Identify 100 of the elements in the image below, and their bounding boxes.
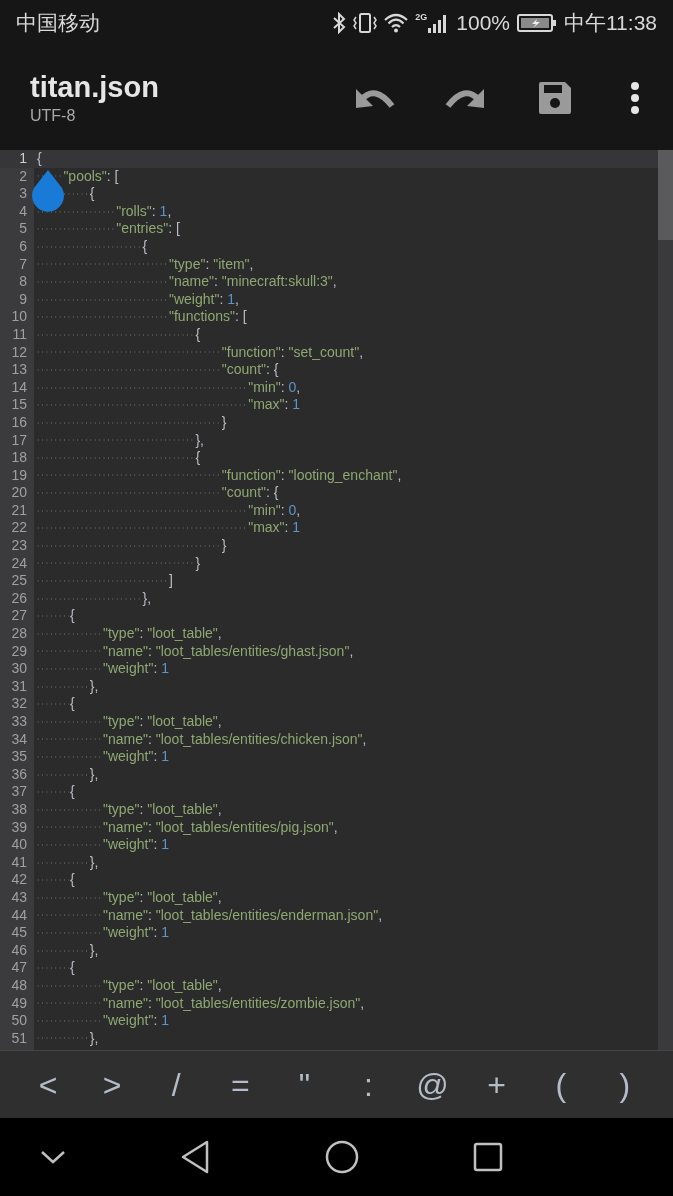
code-text: "rolls": 1, <box>115 202 172 221</box>
code-text: }, <box>88 941 99 960</box>
line-number: 44 <box>11 906 27 925</box>
code-text: { <box>88 185 95 203</box>
line-number: 39 <box>11 818 27 837</box>
line-number: 22 <box>11 519 27 538</box>
symbol-key[interactable]: + <box>472 1060 521 1109</box>
code-text: }, <box>88 853 99 872</box>
line-number: 48 <box>11 976 27 995</box>
line-number: 2 <box>19 167 27 186</box>
line-number: 11 <box>12 325 27 344</box>
symbol-key[interactable]: / <box>152 1060 201 1109</box>
line-number: 47 <box>11 959 27 977</box>
battery-icon <box>517 13 557 33</box>
code-text: "weight": 1, <box>168 290 239 309</box>
line-number: 7 <box>19 255 27 274</box>
line-number: 30 <box>11 660 27 678</box>
line-number: 8 <box>19 273 27 291</box>
network-label: 2G <box>415 13 428 22</box>
code-text: "type": "loot_table", <box>102 713 222 731</box>
code-text: { <box>69 695 75 713</box>
code-text: }, <box>88 677 99 696</box>
code-text: "type": "loot_table", <box>102 976 222 995</box>
code-text: "max": 1 <box>247 396 301 414</box>
code-text: "weight": 1 <box>102 924 169 942</box>
line-number: 27 <box>11 607 27 626</box>
code-text: "entries": [ <box>115 220 180 238</box>
code-text: "max": 1 <box>247 519 301 538</box>
symbol-key[interactable]: @ <box>408 1060 457 1109</box>
code-text: "min": 0, <box>247 378 301 397</box>
undo-icon <box>355 86 395 110</box>
code-text: "weight": 1 <box>102 660 169 678</box>
code-text: "name": "loot_tables/entities/ghast.json", <box>102 642 354 661</box>
back-icon[interactable] <box>180 1140 211 1174</box>
line-number: 31 <box>11 677 27 696</box>
battery-percentage: 100% <box>456 10 510 37</box>
line-number: 28 <box>11 625 27 643</box>
line-number: 36 <box>11 765 27 784</box>
line-number: 4 <box>19 202 27 221</box>
line-number: 6 <box>19 237 27 256</box>
code-text: "name": "minecraft:skull:3", <box>168 273 337 291</box>
line-number: 10 <box>11 308 27 326</box>
line-number: 20 <box>11 484 27 502</box>
symbol-key[interactable]: < <box>24 1060 73 1109</box>
code-text: }, <box>88 1029 99 1048</box>
line-number: 15 <box>11 396 27 414</box>
chevron-down-icon[interactable] <box>40 1149 66 1165</box>
code-text: "weight": 1 <box>102 748 169 766</box>
code-text: "weight": 1 <box>102 836 169 854</box>
file-title: titan.json <box>30 70 160 105</box>
home-icon[interactable] <box>324 1140 359 1174</box>
symbol-key[interactable]: > <box>88 1060 137 1109</box>
line-number: 32 <box>11 695 27 713</box>
code-text: } <box>194 554 201 573</box>
more-icon <box>630 81 640 115</box>
code-text: "name": "loot_tables/entities/pig.json", <box>102 818 338 837</box>
scrollbar-thumb[interactable] <box>658 150 673 240</box>
code-text: "name": "loot_tables/entities/zombie.json", <box>102 994 365 1013</box>
clock-time: 中午11:38 <box>564 10 657 37</box>
code-text: { <box>36 150 42 168</box>
encoding-label: UTF-8 <box>30 106 77 126</box>
symbol-key[interactable]: " <box>280 1060 329 1109</box>
code-text: "function": "looting_enchant", <box>220 466 402 485</box>
line-number: 23 <box>11 537 27 555</box>
symbol-key[interactable]: : <box>344 1060 393 1109</box>
code-text: { <box>194 449 201 467</box>
code-text: { <box>69 607 75 626</box>
code-text: { <box>69 871 75 889</box>
code-text: "functions": [ <box>168 308 247 326</box>
symbol-key[interactable]: = <box>216 1060 265 1109</box>
code-text: "type": "loot_table", <box>102 800 222 819</box>
symbol-key[interactable]: ) <box>600 1060 649 1109</box>
code-text: "function": "set_count", <box>220 343 364 362</box>
line-number: 51 <box>11 1029 27 1048</box>
code-text: "type": "item", <box>168 255 254 274</box>
code-text: ] <box>168 572 173 590</box>
code-text: "name": "loot_tables/entities/chicken.json", <box>102 730 367 749</box>
line-number: 43 <box>11 888 27 907</box>
code-text: "type": "loot_table", <box>102 625 222 643</box>
code-text: { <box>69 783 75 801</box>
line-number: 16 <box>11 413 27 432</box>
save-icon <box>537 80 573 116</box>
line-number: 41 <box>11 853 27 872</box>
line-number: 50 <box>11 1012 27 1030</box>
carrier-name: 中国移动 <box>16 10 100 37</box>
code-text: { <box>69 959 75 977</box>
line-number: 33 <box>11 713 27 731</box>
line-number: 40 <box>11 836 27 854</box>
wifi-icon <box>384 13 409 33</box>
line-number: 19 <box>11 466 27 485</box>
code-text: }, <box>141 589 152 608</box>
line-number: 21 <box>11 501 27 520</box>
line-number: 9 <box>19 290 27 309</box>
line-number: 45 <box>11 924 27 942</box>
line-number: 3 <box>19 185 27 203</box>
vibrate-icon <box>353 12 378 34</box>
symbol-key[interactable]: ( <box>536 1060 585 1109</box>
line-number: 29 <box>11 642 27 661</box>
code-text: }, <box>88 765 99 784</box>
recent-apps-icon[interactable] <box>473 1142 503 1172</box>
